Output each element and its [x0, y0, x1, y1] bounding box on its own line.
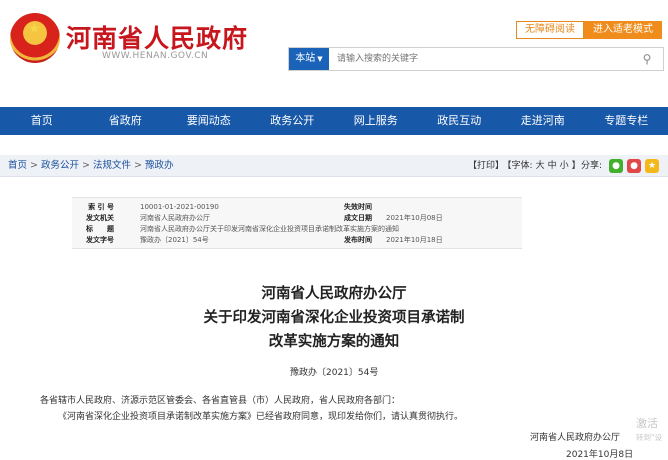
site-domain: WWW.HENAN.GOV.CN	[102, 51, 209, 61]
breadcrumb: 首页 > 政务公开 > 法规文件 > 豫政办	[8, 155, 173, 177]
chevron-down-icon: ▼	[317, 55, 323, 63]
meta-row-issuer: 发文机关 河南省人民政府办公厅 成文日期 2021年10月08日	[72, 213, 522, 224]
title-value: 河南省人民政府办公厅关于印发河南省深化企业投资项目承诺制改革实施方案的通知	[140, 225, 399, 233]
accessible-reading-button[interactable]: 无障碍阅读	[516, 21, 584, 39]
activation-watermark: 激活	[636, 417, 658, 430]
print-button[interactable]: 【打印】	[468, 161, 504, 171]
font-size-label: 【字体:	[507, 161, 533, 171]
document-title-line-2: 关于印发河南省深化企业投资项目承诺制	[203, 309, 465, 326]
document-metadata: 索 引 号 10001-01-2021-00190 失效时间 发文机关 河南省人…	[72, 197, 522, 249]
breadcrumb-separator: >	[133, 160, 142, 171]
document-recipients: 各省辖市人民政府、济源示范区管委会、各省直管县（市）人民政府，省人民政府各部门：	[40, 396, 401, 406]
document-body: 《河南省深化企业投资项目承诺制改革实施方案》已经省政府同意，现印发给你们，请认真…	[58, 412, 464, 422]
national-emblem-icon[interactable]	[10, 13, 60, 63]
date-label: 成文日期	[344, 214, 372, 222]
document-signature: 河南省人民政府办公厅	[530, 433, 621, 443]
meta-row-number: 发文字号 豫政办〔2021〕54号 发布时间 2021年10月18日	[72, 235, 522, 246]
nav-item-public-affairs[interactable]: 政务公开	[251, 107, 335, 135]
publish-label: 发布时间	[344, 236, 372, 244]
number-label: 发文字号	[86, 236, 114, 244]
issuer-value: 河南省人民政府办公厅	[140, 214, 210, 222]
date-value: 2021年10月08日	[386, 214, 443, 222]
main-nav: 首页 省政府 要闻动态 政务公开 网上服务 政民互动 走进河南 专题专栏	[0, 107, 668, 135]
document-title-line-3: 改革实施方案的通知	[268, 333, 400, 350]
search-scope-label: 本站	[295, 53, 316, 64]
share-label: 分享:	[581, 161, 603, 171]
nav-item-about-henan[interactable]: 走进河南	[501, 107, 585, 135]
nav-item-home[interactable]: 首页	[0, 107, 84, 135]
activation-watermark-sub: 转到"设	[636, 433, 662, 442]
document-sign-date: 2021年10月8日	[566, 450, 634, 460]
qzone-share-icon[interactable]: ★	[645, 159, 659, 173]
publish-value: 2021年10月18日	[386, 236, 443, 244]
search-scope-select[interactable]: 本站 ▼	[289, 48, 329, 70]
search-input[interactable]	[337, 48, 617, 70]
number-value: 豫政办〔2021〕54号	[140, 236, 209, 244]
breadcrumb-bar: 首页 > 政务公开 > 法规文件 > 豫政办 【打印】 【字体: 大中小】 分享: ● ● ★	[0, 155, 668, 177]
index-label: 索 引 号	[88, 203, 114, 211]
nav-item-news[interactable]: 要闻动态	[167, 107, 251, 135]
meta-row-title: 标 题 河南省人民政府办公厅关于印发河南省深化企业投资项目承诺制改革实施方案的通…	[72, 224, 522, 235]
breadcrumb-regulations[interactable]: 法规文件	[93, 160, 131, 171]
font-small-button[interactable]: 小	[560, 161, 569, 171]
title-label: 标 题	[86, 225, 114, 233]
breadcrumb-separator: >	[30, 160, 38, 171]
meta-row-index: 索 引 号 10001-01-2021-00190 失效时间	[72, 202, 522, 213]
wechat-share-icon[interactable]: ●	[609, 159, 623, 173]
breadcrumb-home[interactable]: 首页	[8, 160, 27, 171]
search-icon[interactable]: ⚲	[639, 51, 655, 67]
index-value: 10001-01-2021-00190	[140, 203, 219, 211]
nav-item-interaction[interactable]: 政民互动	[418, 107, 502, 135]
expiry-label: 失效时间	[344, 203, 372, 211]
document-number: 豫政办〔2021〕54号	[290, 368, 379, 378]
site-header: 河南省人民政府 WWW.HENAN.GOV.CN 无障碍阅读 进入适老模式 本站…	[0, 0, 668, 92]
page-tools: 【打印】 【字体: 大中小】	[468, 155, 584, 177]
elder-mode-button[interactable]: 进入适老模式	[584, 21, 662, 39]
breadcrumb-separator: >	[82, 160, 90, 171]
font-medium-button[interactable]: 中	[548, 161, 557, 171]
font-large-button[interactable]: 大	[536, 161, 545, 171]
nav-item-special-topics[interactable]: 专题专栏	[585, 107, 668, 135]
document-title-line-1: 河南省人民政府办公厅	[261, 285, 407, 302]
site-title[interactable]: 河南省人民政府	[66, 19, 248, 55]
issuer-label: 发文机关	[86, 214, 114, 222]
nav-item-online-services[interactable]: 网上服务	[334, 107, 418, 135]
nav-item-government[interactable]: 省政府	[84, 107, 168, 135]
font-size-end: 】	[571, 161, 581, 171]
breadcrumb-public-affairs[interactable]: 政务公开	[41, 160, 79, 171]
search-bar: 本站▼ ⚲	[288, 47, 664, 71]
breadcrumb-current[interactable]: 豫政办	[145, 160, 174, 171]
weibo-share-icon[interactable]: ●	[627, 159, 641, 173]
